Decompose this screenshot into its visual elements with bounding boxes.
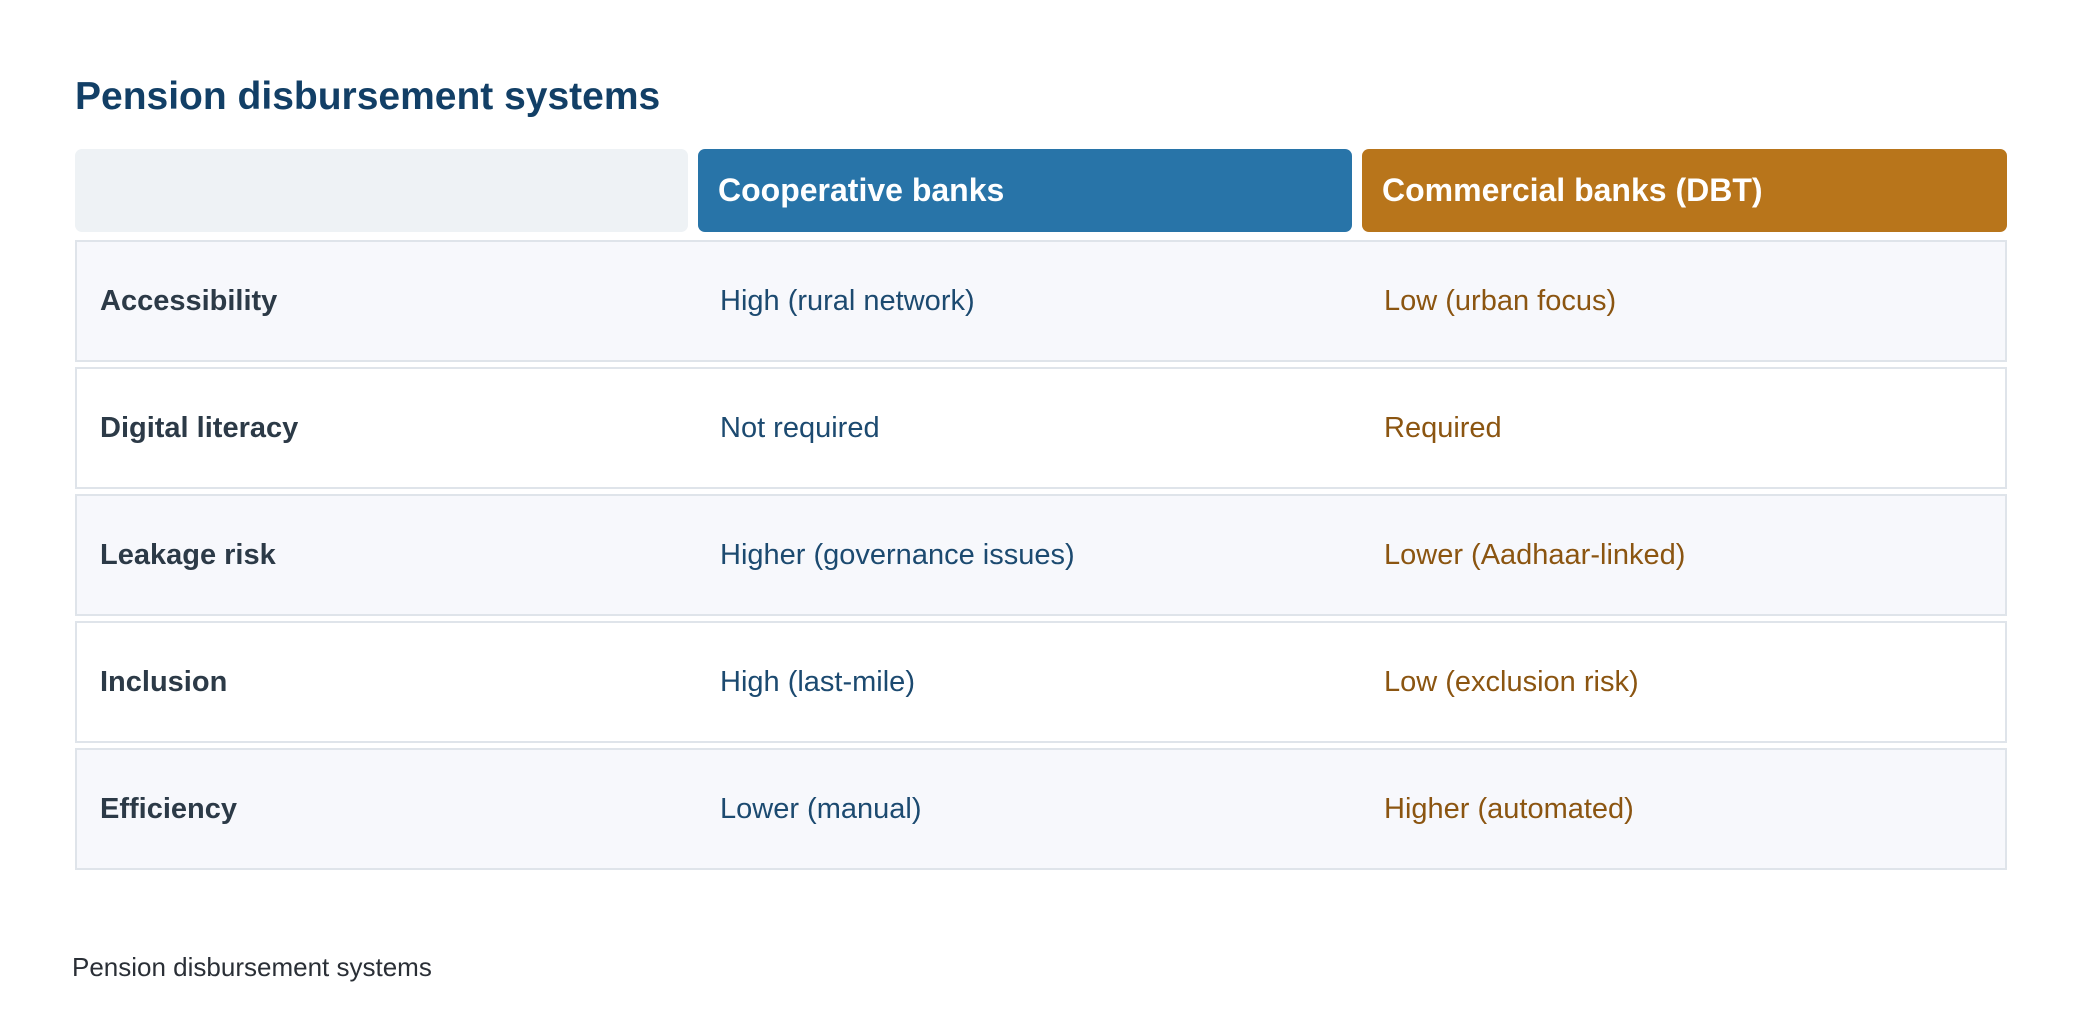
row-label: Inclusion — [100, 665, 228, 698]
commercial-value: Required — [1384, 411, 1502, 444]
row-label: Digital literacy — [100, 411, 299, 444]
cooperative-value: High (last-mile) — [720, 665, 915, 698]
page-title: Pension disbursement systems — [75, 75, 661, 118]
commercial-value: Higher (automated) — [1384, 792, 1634, 825]
cooperative-value: Lower (manual) — [720, 792, 922, 825]
commercial-value: Low (urban focus) — [1384, 284, 1617, 317]
row-label: Leakage risk — [100, 538, 276, 571]
table-row: Efficiency Lower (manual) Higher (automa… — [75, 748, 2007, 870]
row-label: Accessibility — [100, 284, 278, 317]
cooperative-value: Not required — [720, 411, 880, 444]
header-empty-cell — [75, 149, 688, 232]
comparison-table: Cooperative banks Commercial banks (DBT)… — [75, 149, 2007, 875]
cooperative-value: Higher (governance issues) — [720, 538, 1075, 571]
table-caption: Pension disbursement systems — [72, 952, 432, 982]
table-row: Inclusion High (last-mile) Low (exclusio… — [75, 621, 2007, 743]
table-row: Accessibility High (rural network) Low (… — [75, 240, 2007, 362]
table-body: Accessibility High (rural network) Low (… — [75, 240, 2007, 870]
cooperative-value: High (rural network) — [720, 284, 975, 317]
header-commercial-banks: Commercial banks (DBT) — [1362, 149, 2007, 232]
commercial-value: Lower (Aadhaar-linked) — [1384, 538, 1686, 571]
table-row: Digital literacy Not required Required — [75, 367, 2007, 489]
table-row: Leakage risk Higher (governance issues) … — [75, 494, 2007, 616]
commercial-value: Low (exclusion risk) — [1384, 665, 1639, 698]
row-label: Efficiency — [100, 792, 237, 825]
table-header-row: Cooperative banks Commercial banks (DBT) — [75, 149, 2007, 232]
header-cooperative-banks: Cooperative banks — [698, 149, 1352, 232]
